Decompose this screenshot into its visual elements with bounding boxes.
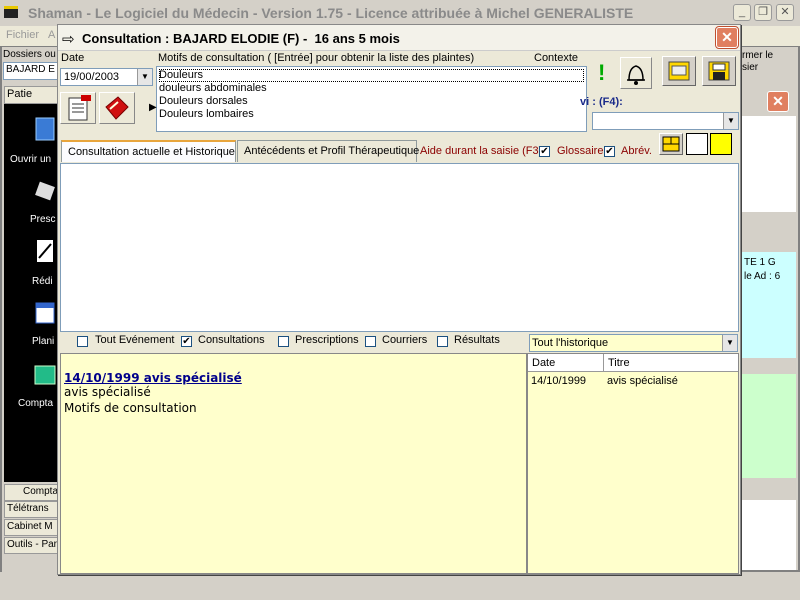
layout-icon bbox=[662, 136, 680, 152]
notepad-icon bbox=[68, 95, 91, 121]
layout-button[interactable] bbox=[659, 133, 683, 155]
calendar-icon[interactable] bbox=[34, 300, 56, 326]
column-divider[interactable] bbox=[603, 354, 604, 372]
glossaire-label: Glossaire bbox=[557, 145, 604, 157]
right-panel-bottom-area bbox=[740, 500, 796, 570]
prescriptions-label: Prescriptions bbox=[295, 334, 359, 346]
sidebar-tab-label: Patie bbox=[7, 88, 33, 100]
list-item[interactable]: Douleurs dorsales bbox=[159, 95, 248, 107]
resultats-label: Résultats bbox=[454, 334, 500, 346]
alarm-button[interactable] bbox=[620, 57, 652, 89]
history-table: Date Titre 14/10/1999 avis spécialisé bbox=[527, 353, 739, 574]
date-label: Date bbox=[61, 52, 85, 64]
motifs-label: Motifs de consultation ( [Entrée] pour o… bbox=[158, 52, 475, 64]
table-row[interactable]: 14/10/1999 avis spécialisé bbox=[528, 373, 738, 388]
contexte-label: Contexte bbox=[534, 52, 579, 64]
column-header-date[interactable]: Date bbox=[532, 357, 555, 369]
printer-icon bbox=[668, 61, 690, 81]
courriers-label: Courriers bbox=[382, 334, 428, 346]
resultats-checkbox[interactable] bbox=[437, 336, 448, 347]
book-button[interactable] bbox=[99, 92, 135, 124]
detail-link[interactable]: 14/10/1999 avis spécialisé bbox=[64, 371, 242, 385]
chevron-down-icon[interactable]: ▼ bbox=[723, 113, 738, 129]
column-header-titre[interactable]: Titre bbox=[608, 357, 630, 369]
abrev-label: Abrév. bbox=[621, 145, 652, 157]
right-panel-text: rmer le sier bbox=[742, 50, 774, 73]
exclamation-icon[interactable]: ! bbox=[598, 60, 605, 86]
right-panel-green-area bbox=[740, 374, 796, 478]
list-item[interactable]: douleurs abdominales bbox=[159, 82, 267, 94]
patient-search-field[interactable]: BAJARD E bbox=[3, 62, 59, 80]
motifs-list[interactable]: Douleurs douleurs abdominales Douleurs d… bbox=[156, 66, 587, 132]
bell-icon bbox=[627, 65, 645, 85]
suivi-select[interactable]: ▼ bbox=[592, 112, 739, 130]
floppy-disk-icon bbox=[708, 61, 730, 81]
red-book-icon bbox=[105, 96, 129, 120]
consultations-checkbox[interactable]: ✔ bbox=[181, 336, 192, 347]
suivi-label: vi : (F4): bbox=[580, 96, 623, 108]
app-logo-icon bbox=[4, 6, 18, 18]
date-select[interactable]: 19/00/2003 ▼ bbox=[60, 68, 153, 86]
open-file-icon[interactable] bbox=[34, 116, 56, 142]
tab-consultation[interactable]: Consultation actuelle et Historique bbox=[61, 140, 236, 162]
tab-antecedents[interactable]: Antécédents et Profil Thérapeutique bbox=[237, 140, 419, 162]
dialog-title: Consultation : BAJARD ELODIE (F) - 16 an… bbox=[82, 31, 400, 46]
list-item[interactable]: Douleurs lombaires bbox=[159, 108, 254, 120]
selection-focus bbox=[159, 69, 584, 82]
right-panel-strip bbox=[740, 212, 796, 234]
consultation-editor[interactable] bbox=[60, 163, 739, 332]
close-icon[interactable]: ✕ bbox=[776, 4, 794, 21]
aide-checkbox[interactable]: ✔ bbox=[539, 146, 550, 157]
history-filter-select[interactable]: Tout l'historique ▼ bbox=[529, 334, 738, 352]
cell-date: 14/10/1999 bbox=[531, 375, 587, 387]
arrow-right-icon: ⇨ bbox=[62, 31, 75, 48]
maximize-icon[interactable]: ❐ bbox=[754, 4, 772, 21]
detail-text: avis spécialisé bbox=[64, 385, 151, 399]
tab-compta[interactable]: Compta bbox=[4, 484, 60, 501]
notepad-button[interactable] bbox=[60, 92, 96, 124]
arrow-right-icon: ▶ bbox=[149, 102, 157, 113]
app-title: Shaman - Le Logiciel du Médecin - Versio… bbox=[28, 5, 634, 21]
aide-saisie-label: Aide durant la saisie (F3): bbox=[420, 145, 546, 157]
tout-evenement-label: Tout Evénement bbox=[95, 334, 175, 346]
prescriptions-checkbox[interactable] bbox=[278, 336, 289, 347]
dossiers-label: Dossiers ou bbox=[3, 49, 56, 60]
tout-evenement-checkbox[interactable] bbox=[77, 336, 88, 347]
app-bottom-area bbox=[0, 572, 800, 600]
close-icon[interactable]: ✕ bbox=[767, 91, 789, 112]
courriers-checkbox[interactable] bbox=[365, 336, 376, 347]
print-button[interactable] bbox=[662, 56, 696, 86]
detail-text: Motifs de consultation bbox=[64, 401, 197, 415]
prescription-icon[interactable] bbox=[34, 180, 56, 206]
chevron-down-icon[interactable]: ▼ bbox=[137, 69, 152, 85]
cell-titre: avis spécialisé bbox=[607, 375, 678, 387]
tab-outils[interactable]: Outils - Par bbox=[4, 537, 60, 554]
menu-item[interactable]: A bbox=[48, 29, 55, 41]
history-detail-panel: 14/10/1999 avis spécialisé avis spéciali… bbox=[60, 353, 527, 574]
minimize-icon[interactable]: _ bbox=[733, 4, 751, 21]
tab-teletrans[interactable]: Télétrans bbox=[4, 501, 60, 518]
chevron-down-icon[interactable]: ▼ bbox=[722, 335, 737, 351]
dialog-close-button[interactable]: ✕ bbox=[715, 26, 739, 49]
date-value: 19/00/2003 bbox=[64, 71, 120, 83]
right-panel-area bbox=[740, 116, 796, 212]
list-item[interactable]: Douleurs bbox=[159, 69, 203, 81]
sidebar-tab-patient[interactable]: Patie bbox=[4, 86, 60, 104]
color-yellow-button[interactable] bbox=[710, 133, 732, 155]
tab-cabinet[interactable]: Cabinet M bbox=[4, 519, 60, 536]
menu-fichier[interactable]: Fichier bbox=[6, 29, 39, 41]
write-letter-icon[interactable] bbox=[34, 238, 56, 264]
table-header: Date Titre bbox=[528, 354, 738, 372]
history-filter-value: Tout l'historique bbox=[532, 337, 609, 349]
glossaire-checkbox[interactable]: ✔ bbox=[604, 146, 615, 157]
save-button[interactable] bbox=[702, 56, 736, 86]
color-white-button[interactable] bbox=[686, 133, 708, 155]
consultations-label: Consultations bbox=[198, 334, 265, 346]
right-panel-info-text: TE 1 G le Ad : 6 bbox=[744, 257, 781, 282]
calculator-icon[interactable] bbox=[34, 362, 56, 388]
